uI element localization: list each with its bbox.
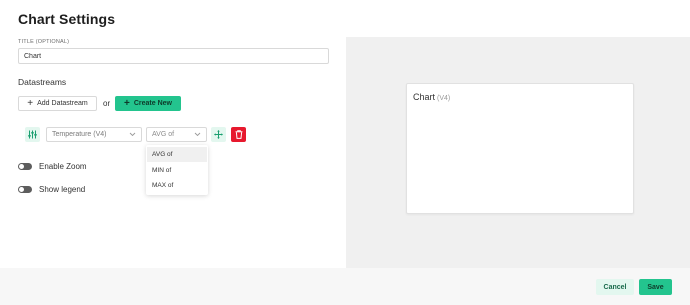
preview-title: Chart (V4) xyxy=(413,92,450,102)
dropdown-option-max[interactable]: MAX of xyxy=(147,178,207,193)
preview-panel: Chart (V4) xyxy=(346,37,690,268)
show-legend-toggle[interactable]: Show legend xyxy=(18,184,85,194)
settings-panel: Chart Settings TITLE (OPTIONAL) Datastre… xyxy=(0,0,346,268)
create-new-label: Create New xyxy=(133,100,172,107)
footer-bar xyxy=(0,268,690,305)
toggle-switch[interactable] xyxy=(18,185,32,193)
save-button[interactable]: Save xyxy=(639,279,672,295)
toggle-knob xyxy=(19,163,24,169)
aggregation-select[interactable]: AVG of xyxy=(146,127,207,142)
chart-settings-page: Chart Settings TITLE (OPTIONAL) Datastre… xyxy=(0,0,690,305)
dropdown-option-avg[interactable]: AVG of xyxy=(147,147,207,162)
toggle-switch[interactable] xyxy=(18,162,32,170)
move-icon xyxy=(214,130,223,139)
tune-icon xyxy=(28,130,37,139)
preview-subtitle: (V4) xyxy=(437,95,451,102)
title-field-label: TITLE (OPTIONAL) xyxy=(18,39,70,45)
preview-title-text: Chart xyxy=(413,92,436,102)
datastream-select-value: Temperature (V4) xyxy=(52,131,107,138)
chevron-down-icon xyxy=(128,131,136,139)
create-new-button[interactable]: + Create New xyxy=(115,96,181,111)
datastream-select[interactable]: Temperature (V4) xyxy=(46,127,142,142)
trash-icon xyxy=(235,130,242,139)
cancel-button[interactable]: Cancel xyxy=(596,279,634,295)
delete-datastream-button[interactable] xyxy=(231,127,246,142)
enable-zoom-toggle[interactable]: Enable Zoom xyxy=(18,161,87,171)
dropdown-option-min[interactable]: MIN of xyxy=(147,163,207,178)
chevron-down-icon xyxy=(193,131,201,139)
aggregation-select-value: AVG of xyxy=(152,131,175,138)
or-text: or xyxy=(103,99,111,108)
plus-icon: + xyxy=(124,97,130,109)
aggregation-dropdown: AVG of MIN of MAX of xyxy=(146,145,208,195)
show-legend-label: Show legend xyxy=(39,184,86,194)
chart-preview-card: Chart (V4) xyxy=(406,83,634,214)
datastreams-heading: Datastreams xyxy=(18,77,67,87)
toggle-knob xyxy=(19,186,24,192)
plus-icon: + xyxy=(27,97,34,109)
enable-zoom-label: Enable Zoom xyxy=(39,161,87,171)
move-datastream-button[interactable] xyxy=(211,127,226,142)
add-datastream-label: Add Datastream xyxy=(37,100,88,107)
title-input[interactable] xyxy=(18,48,329,64)
add-datastream-button[interactable]: + Add Datastream xyxy=(18,96,97,111)
page-title: Chart Settings xyxy=(18,11,116,27)
datastream-settings-button[interactable] xyxy=(25,127,40,142)
